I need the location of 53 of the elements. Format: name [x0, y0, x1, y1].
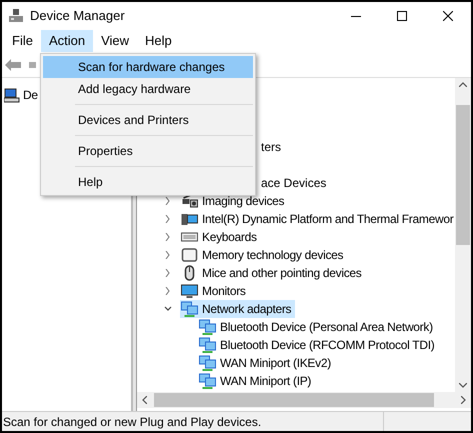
network-icon: [181, 301, 198, 317]
tree-node[interactable]: Network adapters: [180, 300, 296, 318]
expand-chevron-icon[interactable]: [164, 269, 172, 277]
tree-node[interactable]: Mice and other pointing devices: [180, 264, 366, 282]
expand-chevron-icon[interactable]: [164, 233, 172, 241]
scroll-left-icon[interactable]: [142, 396, 147, 404]
menu-item[interactable]: Help: [137, 30, 180, 52]
toolbar-icon[interactable]: [29, 62, 36, 68]
scrollbar-thumb[interactable]: [154, 393, 434, 407]
tree-node[interactable]: WAN Miniport (IP): [199, 372, 316, 390]
close-icon: [443, 11, 453, 21]
tree-node-label[interactable]: ace Devices: [261, 174, 326, 192]
monitor-icon: [181, 211, 198, 227]
menu-item[interactable]: Add legacy hardware: [43, 78, 253, 100]
menu-item[interactable]: View: [93, 30, 138, 52]
tree-node[interactable]: Monitors: [180, 282, 250, 300]
status-text: Scan for changed or new Plug and Play devices.: [2, 412, 384, 431]
tree-node-label[interactable]: ters: [261, 138, 282, 156]
monitor-icon: [181, 283, 198, 299]
tree-node[interactable]: Intel(R) Dynamic Platform and Thermal Framewor: [180, 210, 455, 228]
horizontal-scrollbar[interactable]: [137, 392, 471, 408]
scroll-down-icon[interactable]: [459, 383, 467, 388]
menu-item[interactable]: Properties: [43, 140, 253, 162]
network-icon: [199, 373, 216, 389]
menu-item[interactable]: Scan for hardware changes: [43, 56, 253, 78]
scroll-up-icon[interactable]: [459, 82, 467, 87]
expand-chevron-icon[interactable]: [164, 197, 172, 205]
tree-node[interactable]: Keyboards: [180, 228, 261, 246]
expand-chevron-icon[interactable]: [164, 215, 172, 223]
tree-node[interactable]: Bluetooth Device (RFCOMM Protocol TDI): [199, 336, 438, 354]
expand-chevron-icon[interactable]: [164, 287, 172, 295]
network-icon: [199, 337, 216, 353]
tree-node-label[interactable]: De: [23, 86, 38, 104]
scrollbar-thumb[interactable]: [456, 105, 470, 245]
network-icon: [199, 319, 216, 335]
network-icon: [199, 355, 216, 371]
collapse-chevron-icon[interactable]: [164, 305, 172, 313]
back-arrow-icon[interactable]: [5, 58, 21, 70]
scroll-right-icon[interactable]: [461, 396, 466, 404]
tree-node[interactable]: Bluetooth Device (Personal Area Network): [199, 318, 437, 336]
menu-item[interactable]: Devices and Printers: [43, 109, 253, 131]
tree-node[interactable]: Memory technology devices: [180, 246, 348, 264]
maximize-icon: [397, 11, 407, 21]
menu-item[interactable]: Action: [40, 30, 94, 52]
window-title: Device Manager: [30, 7, 125, 26]
expand-chevron-icon[interactable]: [164, 251, 172, 259]
computer-icon: [4, 88, 20, 102]
device-manager-icon: [8, 8, 24, 24]
vertical-scrollbar[interactable]: [455, 78, 471, 392]
card-icon: [181, 247, 198, 263]
menu-item[interactable]: Help: [43, 171, 253, 193]
tree-node[interactable]: WAN Miniport (IKEv2): [199, 354, 335, 372]
menu-item[interactable]: File: [4, 30, 41, 52]
